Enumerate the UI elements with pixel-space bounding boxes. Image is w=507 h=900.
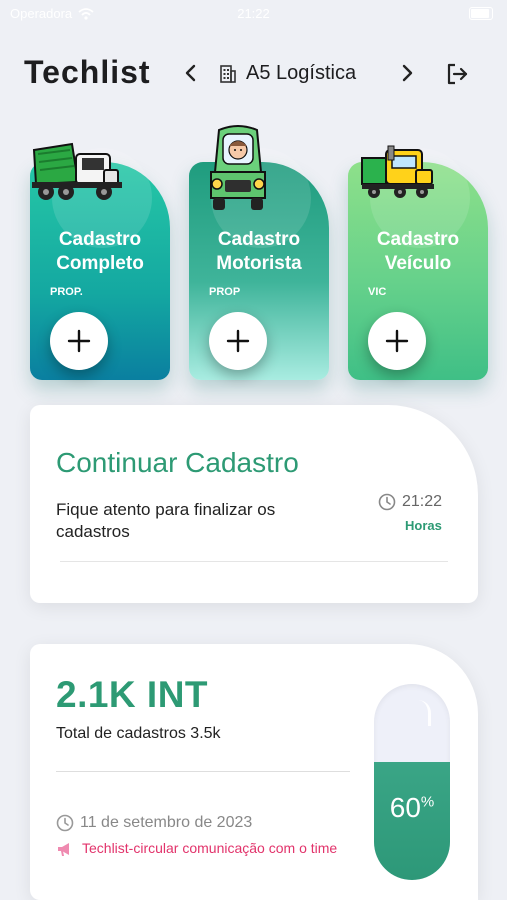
card-cadastro-motorista[interactable]: Cadastro Motorista PROP [189, 125, 329, 380]
status-bar: Operadora 21:22 [0, 0, 507, 26]
divider [60, 561, 448, 562]
chevron-left-icon[interactable] [180, 62, 202, 84]
add-cadastro-motorista-button[interactable] [209, 312, 267, 370]
progress-value: 60 [389, 792, 421, 823]
card-title-line2: Motorista [216, 253, 302, 274]
card-subtitle: VIC [368, 286, 387, 298]
megaphone-icon [58, 843, 69, 856]
company-selector[interactable]: A5 Logística [220, 62, 356, 85]
chevron-right-icon[interactable] [396, 62, 418, 84]
card-title: Cadastro Motorista [189, 228, 329, 276]
capsule-shine [418, 700, 431, 726]
app-title: Techlist [24, 54, 151, 90]
plus-icon [385, 329, 409, 353]
continuar-heading: Continuar Cadastro [56, 447, 299, 478]
clock-icon [378, 493, 396, 511]
card-cadastro-completo[interactable]: Cadastro Completo PROP. [30, 142, 170, 380]
clock: 21:22 [237, 6, 270, 21]
continuar-time-label: Horas [405, 518, 442, 533]
battery-icon [469, 7, 493, 20]
driver-car-icon [210, 125, 266, 210]
continuar-time: 21:22 [378, 493, 442, 511]
app-header: Techlist A5 Logística [0, 50, 507, 100]
continuar-description: Fique atento para finalizar os cadastros [56, 500, 276, 541]
stats-headline: 2.1K INT [56, 674, 209, 715]
progress-label: 60% [374, 792, 450, 824]
semi-truck-icon [361, 145, 434, 198]
card-title-line1: Cadastro [58, 229, 142, 250]
logout-icon[interactable] [444, 61, 470, 87]
card-title-line2: Completo [56, 253, 144, 274]
stats-total: Total de cadastros 3.5k [56, 725, 221, 742]
stats-notice[interactable]: Techlist-circular comunicação com o time [56, 840, 356, 857]
add-cadastro-veiculo-button[interactable] [368, 312, 426, 370]
card-title-line1: Cadastro [217, 229, 301, 250]
plus-icon [67, 329, 91, 353]
card-title-line2: Veículo [384, 253, 452, 274]
continuar-time-value: 21:22 [402, 493, 443, 510]
company-name: A5 Logística [246, 62, 357, 84]
divider [56, 771, 350, 772]
stats-date-text: 11 de setembro de 2023 [80, 814, 253, 831]
card-title: Cadastro Veículo [348, 228, 488, 276]
progress-unit: % [420, 793, 435, 811]
card-subtitle: PROP. [50, 286, 83, 298]
card-title-line1: Cadastro [376, 229, 460, 250]
stats-notice-text: Techlist-circular comunicação com o time [82, 840, 338, 856]
stats-panel: 2.1K INT Total de cadastros 3.5k 11 de s… [30, 644, 478, 900]
dump-truck-icon [32, 142, 122, 200]
plus-icon [226, 329, 250, 353]
card-cadastro-veiculo[interactable]: Cadastro Veículo VIC [348, 145, 488, 380]
add-cadastro-completo-button[interactable] [50, 312, 108, 370]
clock-icon [56, 814, 74, 832]
card-title: Cadastro Completo [30, 228, 170, 276]
stats-date: 11 de setembro de 2023 [56, 814, 252, 832]
card-subtitle: PROP [209, 286, 241, 298]
building-icon [220, 64, 236, 83]
progress-capsule: 60% [374, 684, 450, 880]
continuar-cadastro-panel[interactable]: Continuar Cadastro Fique atento para fin… [30, 405, 478, 603]
